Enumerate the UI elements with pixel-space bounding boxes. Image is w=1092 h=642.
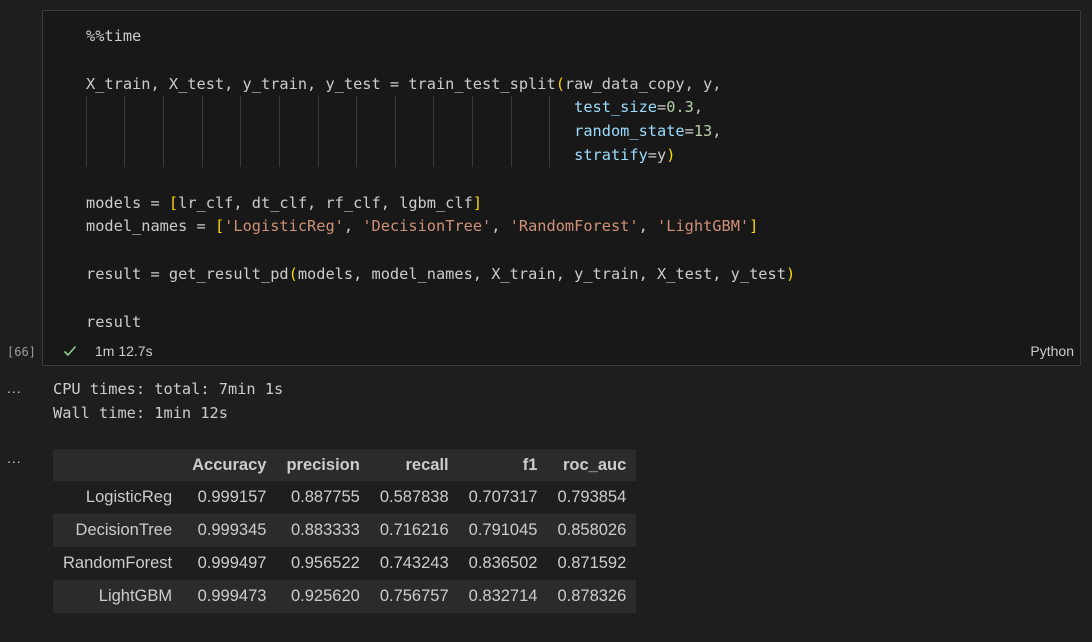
output-more-actions-icon[interactable]: ... bbox=[7, 380, 22, 396]
code-line-result-call: result = get_result_pd(models, model_nam… bbox=[86, 264, 796, 283]
table-cell: 0.832714 bbox=[468, 587, 538, 605]
stdout-output: CPU times: total: 7min 1s Wall time: 1mi… bbox=[53, 377, 283, 425]
row-index: LightGBM bbox=[98, 587, 173, 605]
table-cell: 0.999497 bbox=[197, 554, 267, 572]
code-line-magic: %%time bbox=[86, 27, 142, 45]
code-line-random-state: random_state=13, bbox=[574, 122, 722, 141]
table-cell: 0.858026 bbox=[557, 521, 627, 539]
column-header: precision bbox=[286, 455, 360, 474]
execution-count: [66] bbox=[7, 345, 36, 359]
table-cell: 0.791045 bbox=[468, 521, 538, 539]
column-header: roc_auc bbox=[563, 455, 627, 474]
table-cell: 0.999345 bbox=[197, 521, 267, 539]
table-cell: 0.956522 bbox=[290, 554, 360, 572]
code-line-model-names: model_names = ['LogisticReg', 'DecisionT… bbox=[86, 217, 759, 236]
table-cell: 0.887755 bbox=[290, 488, 360, 506]
table-cell: 0.587838 bbox=[379, 488, 449, 506]
column-header: recall bbox=[405, 455, 449, 474]
column-header bbox=[53, 449, 182, 481]
table-cell: 0.793854 bbox=[557, 488, 627, 506]
row-index: DecisionTree bbox=[75, 521, 173, 539]
table-cell: 0.716216 bbox=[379, 521, 449, 539]
code-line-test-size: test_size=0.3, bbox=[574, 98, 704, 117]
execution-time: 1m 12.7s bbox=[95, 343, 153, 359]
table-row: LightGBM 0.999473 0.925620 0.756757 0.83… bbox=[53, 580, 637, 613]
code-line-split: X_train, X_test, y_train, y_test = train… bbox=[86, 74, 722, 93]
check-icon bbox=[63, 345, 77, 357]
table-cell: 0.883333 bbox=[290, 521, 360, 539]
table-cell: 0.756757 bbox=[379, 587, 449, 605]
code-line-result: result bbox=[86, 312, 142, 331]
table-header-row: Accuracy precision recall f1 roc_auc bbox=[53, 449, 637, 481]
table-row: RandomForest 0.999497 0.956522 0.743243 … bbox=[53, 547, 636, 580]
table-cell: 0.925620 bbox=[290, 587, 360, 605]
table-row: LogisticReg 0.999157 0.887755 0.587838 0… bbox=[53, 481, 636, 514]
table-cell: 0.743243 bbox=[379, 554, 449, 572]
output-more-actions-icon[interactable]: ... bbox=[7, 450, 22, 466]
table-cell: 0.999473 bbox=[197, 587, 267, 605]
code-cell[interactable]: %%time X_train, X_test, y_train, y_test … bbox=[42, 10, 1081, 366]
row-index: LogisticReg bbox=[85, 488, 173, 506]
code-line-models: models = [lr_clf, dt_clf, rf_clf, lgbm_c… bbox=[86, 193, 483, 212]
column-header: f1 bbox=[522, 455, 538, 474]
column-header: Accuracy bbox=[192, 455, 267, 474]
wall-time: Wall time: 1min 12s bbox=[53, 404, 228, 422]
table-cell: 0.878326 bbox=[557, 587, 627, 605]
code-editor[interactable]: %%time X_train, X_test, y_train, y_test … bbox=[86, 25, 795, 334]
cell-language-button[interactable]: Python bbox=[1030, 343, 1074, 359]
results-dataframe: Accuracy precision recall f1 roc_auc Log… bbox=[53, 449, 637, 613]
row-index: RandomForest bbox=[63, 554, 173, 572]
table-row: DecisionTree 0.999345 0.883333 0.716216 … bbox=[53, 514, 637, 547]
table-cell: 0.871592 bbox=[557, 554, 627, 572]
cpu-times: CPU times: total: 7min 1s bbox=[53, 380, 284, 398]
table-cell: 0.707317 bbox=[468, 488, 538, 506]
code-line-stratify: stratify=y) bbox=[574, 145, 676, 164]
table-cell: 0.836502 bbox=[468, 554, 538, 572]
table-cell: 0.999157 bbox=[197, 488, 267, 506]
